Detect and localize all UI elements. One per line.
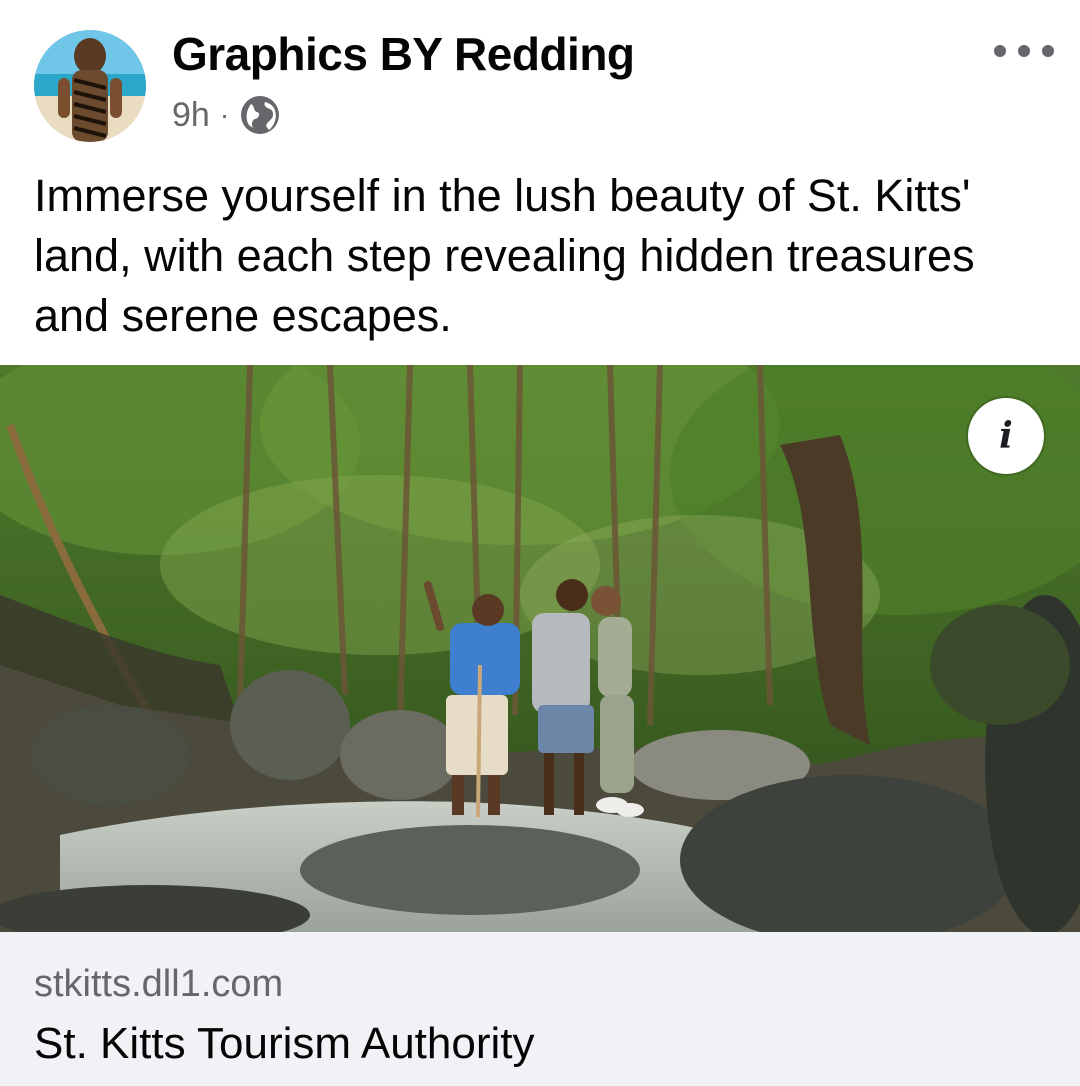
info-icon: i [999,415,1013,457]
avatar-image [34,30,146,142]
post-caption: Immerse yourself in the lush beauty of S… [34,170,975,341]
meta-separator: · [219,99,230,130]
post-timestamp[interactable]: 9h [172,96,210,135]
post-photo[interactable] [0,365,1080,932]
ad-info-button[interactable]: i [968,398,1044,474]
author-name[interactable]: Graphics BY Redding [172,28,635,80]
link-title[interactable]: St. Kitts Tourism Authority [34,1018,534,1070]
more-horizontal-icon-dot [1042,45,1054,57]
more-horizontal-icon [994,45,1006,57]
link-domain: stkitts.dll1.com [34,963,284,1005]
more-horizontal-icon-dot [1018,45,1030,57]
more-options-button[interactable] [994,34,1054,68]
post-header: Graphics BY Redding 9h · [0,0,1080,160]
link-preview[interactable]: stkitts.dll1.com St. Kitts Tourism Autho… [0,932,1080,1086]
post-meta: 9h · [172,92,281,138]
globe-icon[interactable] [239,94,281,136]
rainforest-photo [0,365,1080,932]
author-avatar[interactable] [34,30,146,142]
